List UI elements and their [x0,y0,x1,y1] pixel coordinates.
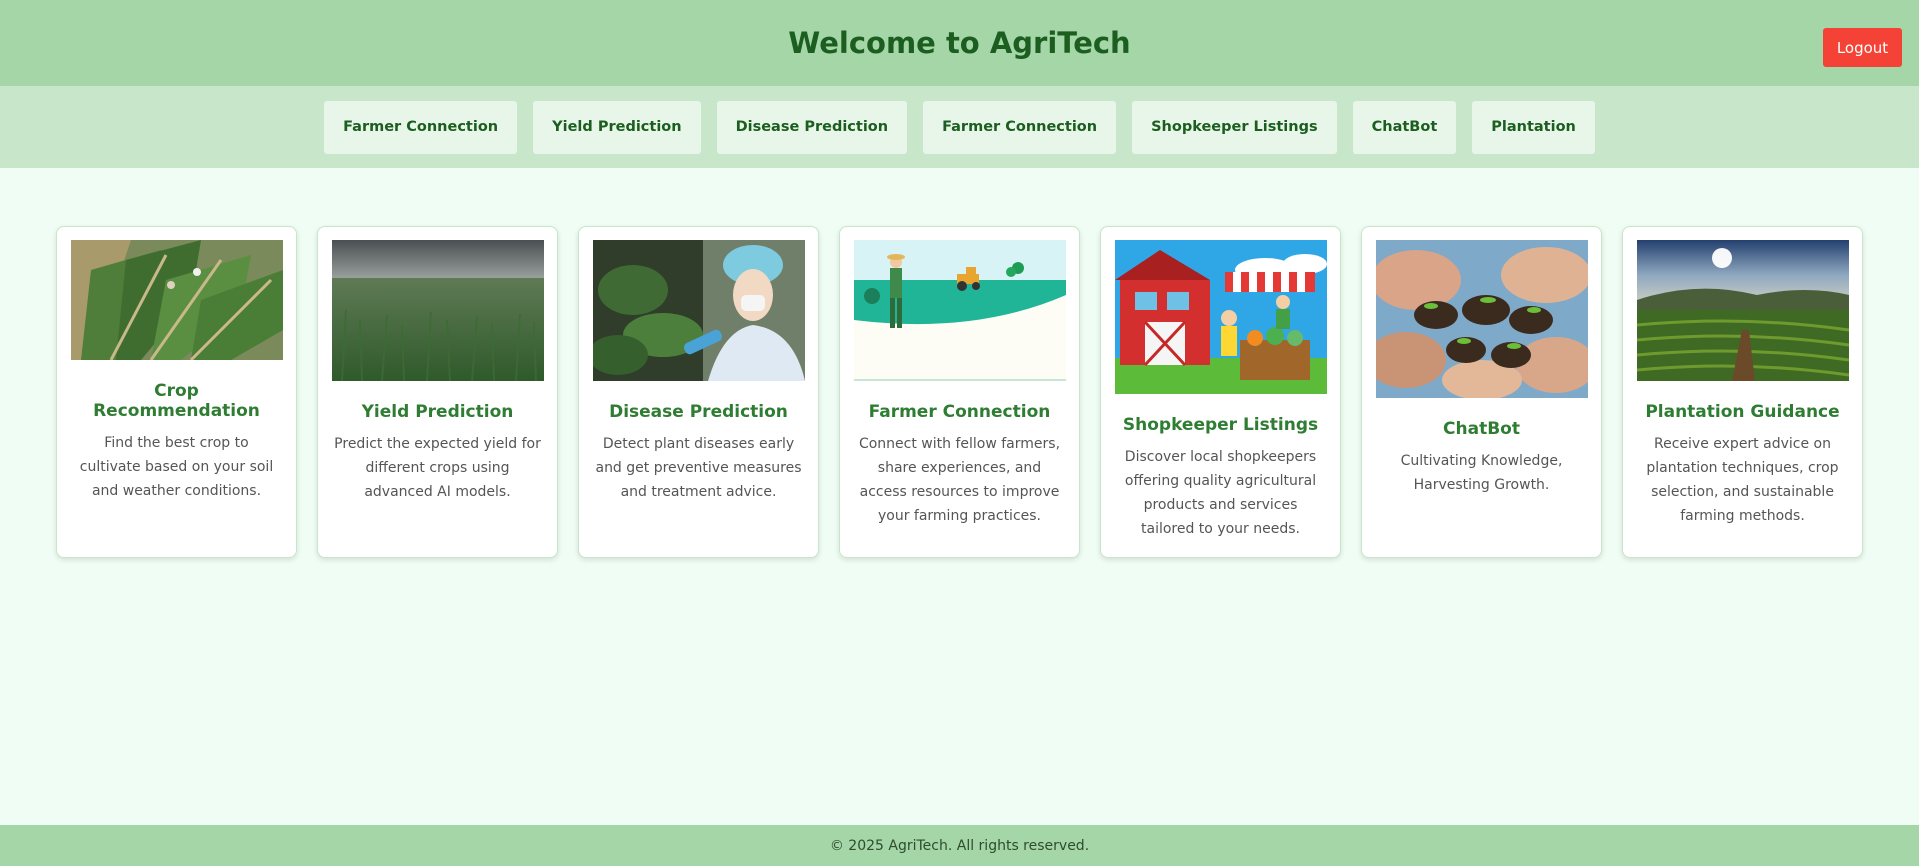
copyright-text: © 2025 AgriTech. All rights reserved. [829,837,1090,854]
card-description: Cultivating Knowledge, Harvesting Growth… [1400,453,1563,493]
nav-disease-prediction[interactable]: Disease Prediction [716,100,908,154]
card-title: Farmer Connection [868,402,1051,422]
card-farmer-connection[interactable]: Farmer Connection Connect with fellow fa… [839,226,1080,558]
card-description: Connect with fellow farmers, share exper… [858,436,1061,524]
market-stall-image [1115,240,1327,394]
main-nav: Farmer Connection Yield Prediction Disea… [0,86,1919,168]
nav-farmer-connection-2[interactable]: Farmer Connection [923,100,1117,154]
farmer-illustration-image [854,240,1066,381]
nav-farmer-connection[interactable]: Farmer Connection [324,100,518,154]
nav-yield-prediction[interactable]: Yield Prediction [533,100,701,154]
logout-button[interactable]: Logout [1823,28,1902,67]
feature-cards: Crop Recommendation Find the best crop t… [56,226,1863,558]
card-plantation-guidance[interactable]: Plantation Guidance Receive expert advic… [1622,226,1863,558]
nav-chatbot[interactable]: ChatBot [1352,100,1457,154]
footer: © 2025 AgriTech. All rights reserved. [0,825,1919,866]
card-title: Crop Recommendation [93,381,260,421]
header-bar: Welcome to AgriTech Logout [0,0,1919,86]
card-title: ChatBot [1443,419,1520,439]
card-description: Predict the expected yield for different… [334,436,541,500]
card-description: Find the best crop to cultivate based on… [79,435,274,499]
nav-plantation[interactable]: Plantation [1472,100,1595,154]
card-yield-prediction[interactable]: Yield Prediction Predict the expected yi… [317,226,558,558]
card-crop-recommendation[interactable]: Crop Recommendation Find the best crop t… [56,226,297,558]
hands-seedlings-image [1376,240,1588,398]
card-disease-prediction[interactable]: Disease Prediction Detect plant diseases… [578,226,819,558]
card-description: Detect plant diseases early and get prev… [595,436,802,500]
card-description: Discover local shopkeepers offering qual… [1124,449,1317,537]
card-title: Disease Prediction [609,402,788,422]
nav-shopkeeper-listings[interactable]: Shopkeeper Listings [1132,100,1337,154]
wheat-field-image [332,240,544,381]
card-shopkeeper-listings[interactable]: Shopkeeper Listings Discover local shopk… [1100,226,1341,558]
card-title: Shopkeeper Listings [1122,415,1319,435]
scientist-plant-image [593,240,805,381]
card-title: Yield Prediction [361,402,514,422]
card-chatbot[interactable]: ChatBot Cultivating Knowledge, Harvestin… [1361,226,1602,558]
card-title: Plantation Guidance [1645,402,1840,422]
page-title: Welcome to AgriTech [788,26,1131,60]
tea-plantation-image [1637,240,1849,381]
card-description: Receive expert advice on plantation tech… [1646,436,1839,524]
crop-field-image [71,240,283,360]
